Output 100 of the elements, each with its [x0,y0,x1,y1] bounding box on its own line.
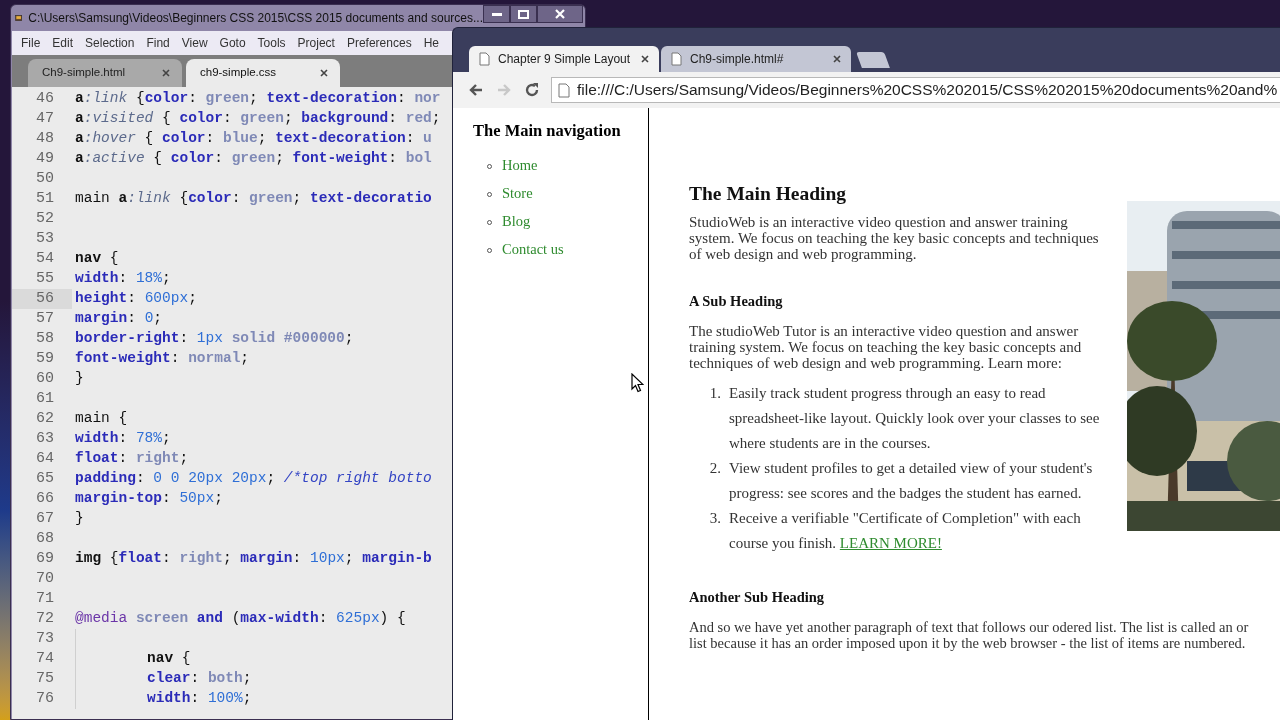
menu-item[interactable]: File [15,34,47,52]
code-line: nav { [147,649,191,669]
code-line: a:link {color: green; text-decoration: nor [75,89,441,109]
line-number: 48 [35,129,55,149]
code-line: padding: 0 0 20px 20px; /*top right botto [75,469,432,489]
line-number: 62 [35,409,55,429]
code-line: margin-top: 50px; [75,489,223,509]
nav-link[interactable]: Store [502,183,533,205]
window-title: C:\Users\Samsung\Videos\Beginners CSS 2015\CSS 2015 documents and sources... [28,10,483,27]
url-text: file:///C:/Users/Samsung/Videos/Beginners%20CSS%202015/CSS%202015%20documents%20and% [577,80,1278,101]
line-number: 51 [35,189,55,209]
code-line: float: right; [75,449,189,469]
line-number: 66 [35,489,55,509]
menu-item[interactable]: Goto [213,34,252,52]
line-number: 53 [35,229,55,249]
maximize-icon [518,9,529,19]
code-line: width: 78%; [75,429,171,449]
line-number: 75 [35,669,55,689]
main-heading: The Main Heading [689,182,848,206]
list-item-text: View student profiles to get a detailed view of your student's progress: see scores and the badges the student has earned. [729,459,1094,503]
address-field[interactable]: file:///C:/Users/Samsung/Videos/Beginners%20CSS%202015/CSS%202015%20documents%20and% [551,77,1280,103]
line-number: 70 [35,569,55,589]
close-icon[interactable] [162,69,170,77]
learn-more-link[interactable]: LEARN MORE! [839,535,942,551]
line-number: 72 [35,609,55,629]
menu-item[interactable]: Selection [79,34,141,52]
menu-item[interactable]: Tools [251,34,292,52]
minimize-icon [491,12,502,16]
menu-item[interactable]: Find [140,34,176,52]
code-line: border-right: 1px solid #000000; [75,329,354,349]
list-number: 2. [708,459,722,478]
nav-link[interactable]: Home [502,155,538,177]
code-line: a:active { color: green; font-weight: bol [75,149,432,169]
nav-link[interactable]: Contact us [502,239,564,261]
nav-link[interactable]: Blog [502,211,531,233]
line-number: 76 [35,689,55,709]
code-line: } [75,509,84,529]
code-line: width: 100%; [147,689,252,709]
code-line: } [75,369,84,389]
line-number: 52 [35,209,55,229]
list-number: 1. [708,384,722,403]
code-line: main a:link {color: green; text-decoratio [75,189,432,209]
editor-tab[interactable]: ch9-simple.css [186,59,340,87]
menu-item[interactable]: View [175,34,214,52]
line-number: 74 [35,649,55,669]
sub-heading: Another Sub Heading [689,588,826,606]
line-number: 58 [35,329,55,349]
line-number: 73 [35,629,55,649]
close-button[interactable] [537,5,583,23]
close-icon[interactable] [320,69,328,77]
browser-tab[interactable]: Ch9-simple.html# [661,46,851,72]
code-line: @media screen and (max-width: 625px) { [75,609,406,629]
menu-item[interactable]: Edit [46,34,80,52]
line-number: 59 [35,349,55,369]
code-line: width: 18%; [75,269,171,289]
close-icon [555,9,565,19]
code-line: a:hover { color: blue; text-decoration: u [75,129,432,149]
paragraph: The studioWeb Tutor is an interactive video question and answer training system. We focus on teaching the key basic concepts and techniques of web design and web programming. Learn more: [689,323,1083,371]
code-line: height: 600px; [75,289,197,309]
minimize-button[interactable] [483,5,510,23]
code-line: main { [75,409,128,429]
line-number: 57 [35,309,55,329]
line-number: 68 [35,529,55,549]
maximize-button[interactable] [510,5,537,23]
line-number: 50 [35,169,55,189]
page-icon [558,82,570,98]
sub-heading: A Sub Heading [689,292,784,310]
line-number: 54 [35,249,55,269]
editor-tab[interactable]: Ch9-simple.html [28,59,182,87]
menu-item[interactable]: He [417,34,445,52]
line-number: 69 [35,549,55,569]
new-tab-button[interactable] [856,52,890,68]
menu-item[interactable]: Preferences [340,34,418,52]
list-item-text: Easily track student progress through an easy to read spreadsheet-like layout. Quickly look over your classes to see where students are in the courses. [729,384,1101,453]
mouse-pointer-icon [631,373,644,393]
line-number: 56 [12,289,72,309]
line-number: 46 [35,89,55,109]
code-line: margin: 0; [75,309,163,329]
code-line: img {float: right; margin: 10px; margin-b [75,549,432,569]
line-number: 47 [35,109,55,129]
code-line: nav { [75,249,119,269]
close-icon[interactable] [641,55,649,63]
code-line: clear: both; [147,669,252,689]
line-number: 71 [35,589,55,609]
intro-paragraph: StudioWeb is an interactive video question and answer training system. We focus on teaching the key basic concepts and techniques of web design and web programming. [689,214,1100,262]
page-icon [671,52,682,66]
menu-item[interactable]: Project [291,34,341,52]
close-icon[interactable] [833,55,841,63]
line-number: 65 [35,469,55,489]
line-number: 64 [35,449,55,469]
page-icon [479,52,490,66]
reload-icon[interactable] [523,81,541,99]
browser-tab[interactable]: Chapter 9 Simple Layout [469,46,659,72]
list-number: 3. [708,509,722,528]
line-number: 61 [35,389,55,409]
line-number: 60 [35,369,55,389]
code-line: font-weight: normal; [75,349,250,369]
nav-heading: The Main navigation [473,120,622,142]
code-line: a:visited { color: green; background: red; [75,109,441,129]
list-item-text: Receive a verifiable "Certificate of Completion" with each course you finish. LEARN MORE! [729,509,1082,553]
